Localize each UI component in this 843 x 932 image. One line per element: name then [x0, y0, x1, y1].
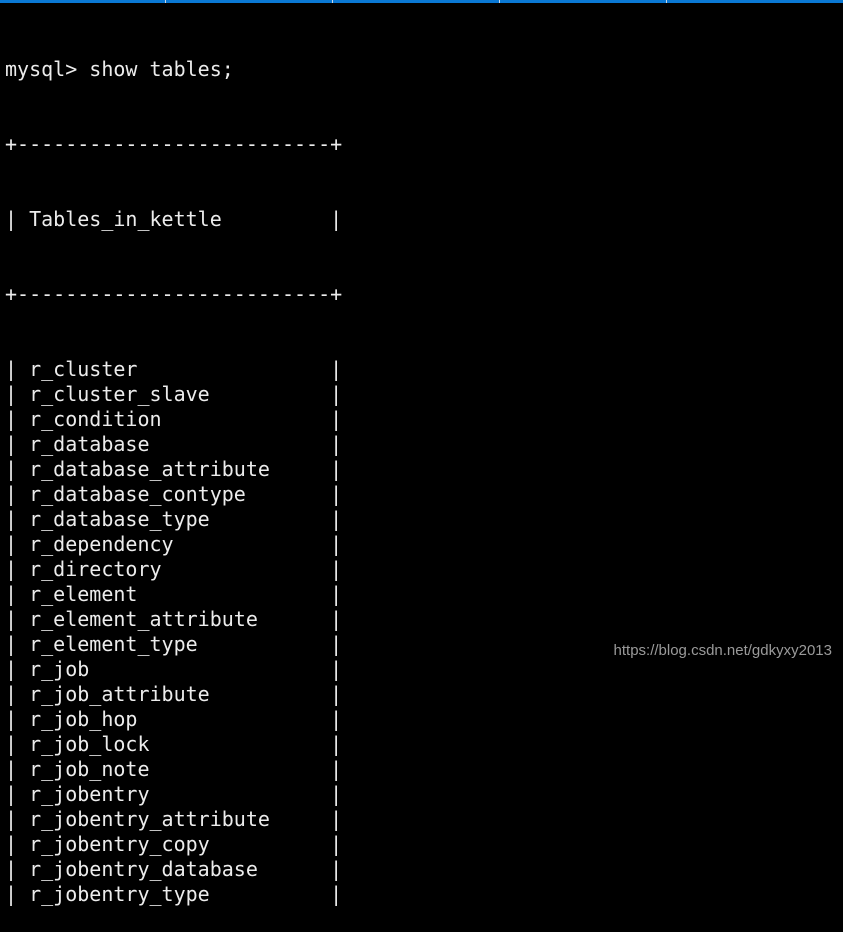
table-row: | r_job_attribute |: [5, 682, 343, 706]
table-row: | r_directory |: [5, 557, 343, 581]
table-rows: | r_cluster | | r_cluster_slave | | r_cond…: [5, 357, 342, 907]
window-title-bar-edge: [0, 0, 843, 3]
tab-divider: [332, 0, 333, 3]
table-row: | r_job_note |: [5, 757, 343, 781]
table-row: | r_jobentry_type |: [5, 882, 343, 906]
table-row: | r_element |: [5, 582, 343, 606]
watermark: https://blog.csdn.net/gdkyxy2013: [613, 642, 832, 659]
table-row: | r_cluster_slave |: [5, 382, 343, 406]
tab-divider: [499, 0, 500, 3]
tab-divider: [666, 0, 667, 3]
table-row: | r_database |: [5, 432, 343, 456]
tab-divider: [165, 0, 166, 3]
table-row: | r_jobentry_attribute |: [5, 807, 343, 831]
table-row: | r_database_type |: [5, 507, 343, 531]
command-text: show tables;: [89, 57, 234, 81]
table-header-row: | Tables_in_kettle |: [5, 207, 343, 231]
table-row: | r_element_type |: [5, 632, 343, 656]
table-border-top: +--------------------------+: [5, 132, 343, 156]
command-line: mysql> show tables;: [5, 57, 342, 82]
table-row: | r_jobentry_database |: [5, 857, 343, 881]
prompt: mysql>: [5, 57, 78, 81]
table-row: | r_element_attribute |: [5, 607, 343, 631]
table-row: | r_job_lock |: [5, 732, 343, 756]
table-row: | r_database_attribute |: [5, 457, 343, 481]
table-row: | r_condition |: [5, 407, 343, 431]
table-row: | r_cluster |: [5, 357, 343, 381]
table-row: | r_jobentry |: [5, 782, 343, 806]
table-row: | r_jobentry_copy |: [5, 832, 343, 856]
table-border-header: +--------------------------+: [5, 282, 343, 306]
table-row: | r_database_contype |: [5, 482, 343, 506]
table-row: | r_job_hop |: [5, 707, 343, 731]
terminal-output[interactable]: mysql> show tables; +-------------------…: [5, 7, 342, 932]
table-row: | r_dependency |: [5, 532, 343, 556]
